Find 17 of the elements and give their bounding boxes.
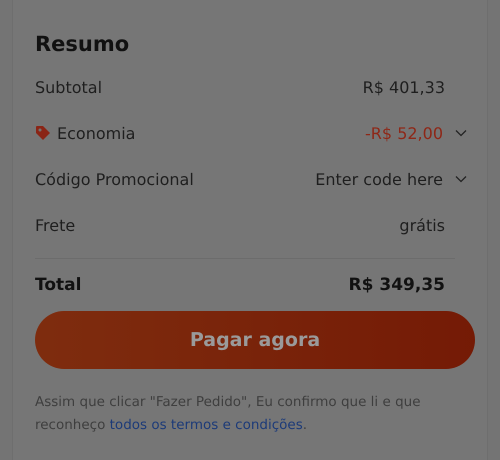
row-value: -R$ 52,00: [365, 124, 443, 142]
chevron-down-icon[interactable]: [455, 129, 467, 137]
chevron-down-icon[interactable]: [455, 175, 467, 183]
pay-button[interactable]: Pagar agora: [35, 311, 475, 369]
row-label: Economia: [57, 124, 136, 142]
row-label: Código Promocional: [35, 170, 194, 188]
tag-icon: [35, 125, 51, 141]
row-label: Frete: [35, 216, 76, 234]
summary-title: Resumo: [35, 31, 130, 58]
terms-link[interactable]: todos os termos e condições: [110, 417, 303, 433]
total-label: Total: [35, 275, 82, 295]
row-value: R$ 401,33: [362, 78, 445, 96]
row-value[interactable]: Enter code here: [315, 170, 443, 188]
row-label: Subtotal: [35, 78, 102, 96]
terms-notice: Assim que clicar "Fazer Pedido", Eu confirmo que li e que reconheço todos os termos e condições.: [35, 393, 422, 435]
row-value: grátis: [399, 216, 445, 234]
total-value: R$ 349,35: [348, 275, 445, 295]
